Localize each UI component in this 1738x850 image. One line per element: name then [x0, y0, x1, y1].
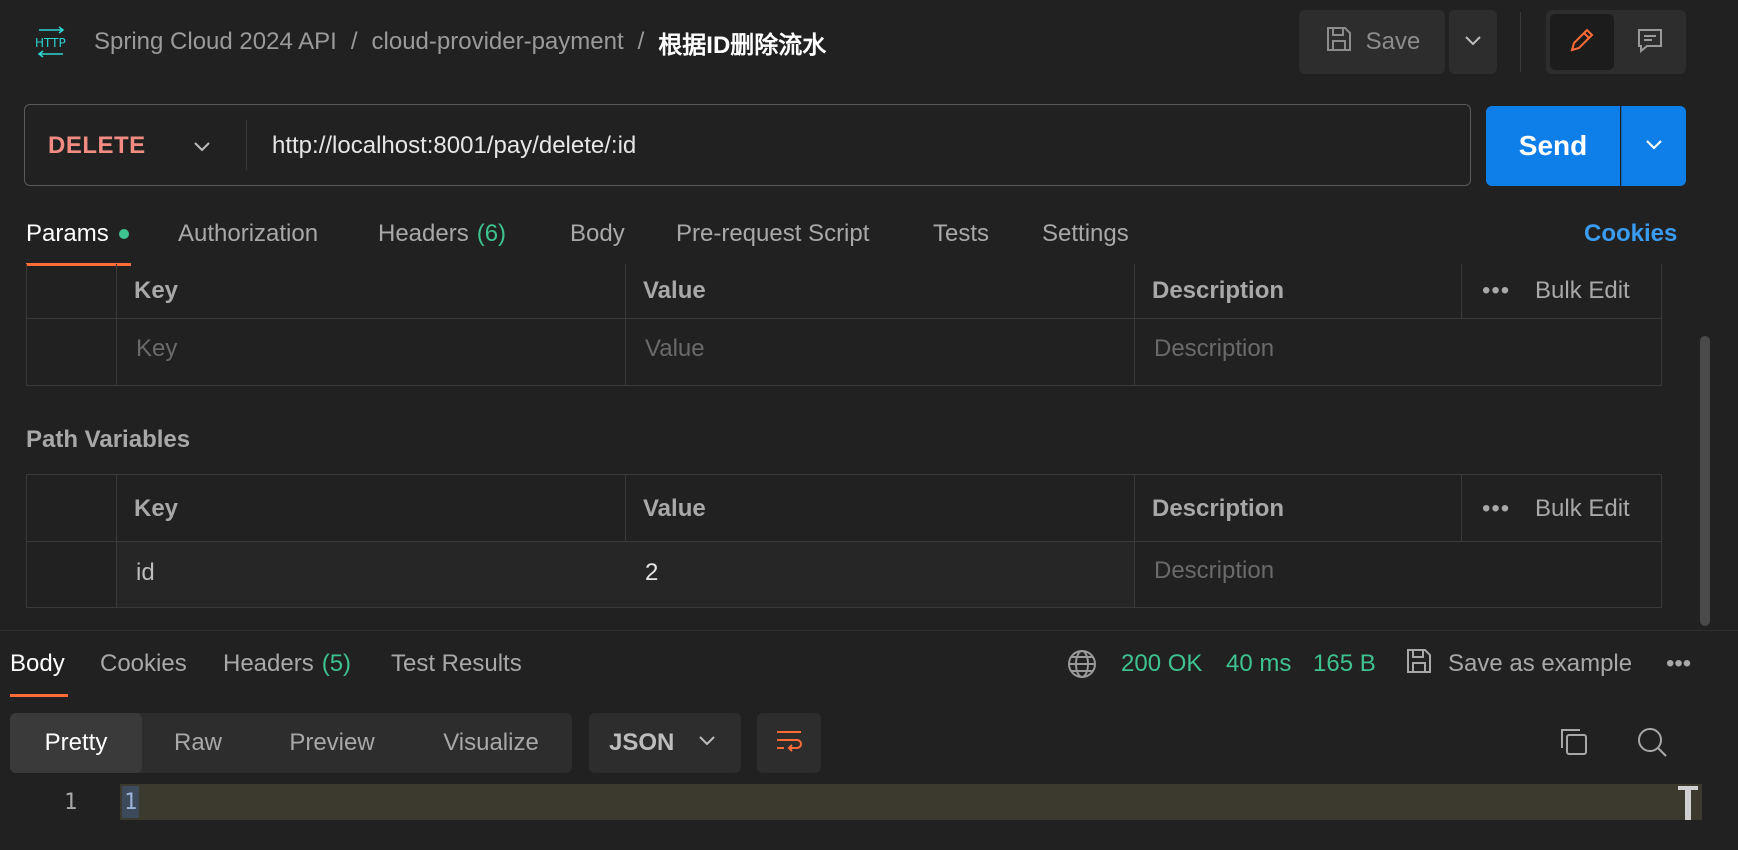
pencil-icon: [1567, 25, 1597, 60]
comments-button[interactable]: [1618, 14, 1682, 70]
tab-params-label: Params: [26, 220, 109, 247]
response-status[interactable]: 200 OK: [1121, 644, 1202, 684]
tab-headers[interactable]: Headers (6): [378, 214, 506, 254]
send-options-button[interactable]: [1621, 106, 1686, 186]
line-number: 1: [64, 789, 78, 815]
response-divider[interactable]: [0, 630, 1738, 631]
column-header-description: Description: [1152, 495, 1285, 522]
bulk-edit-button[interactable]: Bulk Edit: [1535, 484, 1630, 534]
header-divider: [1520, 12, 1521, 72]
more-options-button[interactable]: •••: [1482, 268, 1510, 314]
table-divider: [625, 264, 626, 386]
breadcrumb-folder[interactable]: cloud-provider-payment: [372, 28, 624, 56]
save-icon: [1404, 646, 1434, 683]
url-divider: [246, 120, 247, 170]
table-divider: [1134, 264, 1135, 386]
breadcrumb-collection[interactable]: Spring Cloud 2024 API: [94, 28, 337, 56]
breadcrumb-request-name[interactable]: 根据ID删除流水: [658, 25, 826, 60]
table-divider: [116, 264, 117, 386]
column-header-value: Value: [643, 277, 706, 304]
view-raw-button[interactable]: Raw: [150, 713, 246, 773]
column-header-key: Key: [134, 495, 179, 522]
response-tab-cookies[interactable]: Cookies: [100, 644, 187, 684]
view-preview-button[interactable]: Preview: [270, 713, 394, 773]
method-select[interactable]: DELETE: [48, 128, 146, 164]
path-variable-description[interactable]: Description: [1154, 548, 1274, 594]
svg-text:HTTP: HTTP: [35, 36, 66, 50]
view-visualize-button[interactable]: Visualize: [424, 713, 558, 773]
format-select[interactable]: JSON: [589, 713, 741, 773]
cookies-link[interactable]: Cookies: [1584, 214, 1677, 254]
url-input[interactable]: [272, 126, 1452, 166]
format-label: JSON: [609, 729, 675, 756]
tab-tests[interactable]: Tests: [933, 214, 989, 254]
param-key-input[interactable]: Key: [136, 326, 177, 372]
table-divider: [1461, 474, 1462, 541]
tab-prerequest-script[interactable]: Pre-request Script: [676, 214, 869, 254]
breadcrumb-separator: /: [350, 28, 358, 55]
text-cursor-icon: [1676, 786, 1700, 820]
tab-params[interactable]: Params: [26, 214, 129, 254]
wrap-icon: [773, 725, 805, 762]
breadcrumb: Spring Cloud 2024 API / cloud-provider-p…: [94, 24, 826, 60]
tab-authorization[interactable]: Authorization: [178, 214, 318, 254]
breadcrumb-separator: /: [637, 28, 645, 55]
send-button[interactable]: Send: [1486, 106, 1620, 186]
edit-mode-button[interactable]: [1550, 14, 1614, 70]
column-header-description: Description: [1152, 277, 1285, 304]
comment-icon: [1635, 25, 1665, 60]
view-pretty-button[interactable]: Pretty: [10, 713, 142, 773]
column-header-value: Value: [643, 495, 706, 522]
search-icon[interactable]: [1634, 724, 1670, 760]
tab-body[interactable]: Body: [570, 214, 625, 254]
scrollbar-thumb[interactable]: [1700, 336, 1710, 626]
code-text[interactable]: 1: [122, 786, 140, 818]
response-time[interactable]: 40 ms: [1226, 644, 1291, 684]
save-label: Save: [1365, 28, 1421, 55]
response-size[interactable]: 165 B: [1313, 644, 1376, 684]
code-line-highlight[interactable]: [120, 784, 1702, 820]
response-tab-test-results[interactable]: Test Results: [391, 644, 522, 684]
copy-icon[interactable]: [1556, 724, 1592, 760]
chevron-down-icon: [1642, 132, 1666, 161]
globe-icon[interactable]: [1066, 648, 1098, 680]
chevron-down-icon: [1462, 29, 1484, 56]
wrap-lines-button[interactable]: [757, 713, 821, 773]
table-divider: [1461, 264, 1462, 319]
response-headers-count: (5): [321, 650, 352, 677]
save-options-button[interactable]: [1449, 10, 1497, 74]
response-tab-headers[interactable]: Headers (5): [223, 644, 351, 684]
bulk-edit-button[interactable]: Bulk Edit: [1535, 268, 1630, 314]
param-description-input[interactable]: Description: [1154, 326, 1274, 372]
save-button[interactable]: Save: [1299, 10, 1445, 74]
save-as-example-label: Save as example: [1448, 650, 1633, 677]
http-icon: HTTP: [33, 26, 69, 58]
query-params-table: [26, 264, 1662, 386]
table-divider: [26, 318, 1662, 319]
tab-headers-label: Headers: [378, 220, 469, 247]
tab-settings[interactable]: Settings: [1042, 214, 1129, 254]
response-tab-body[interactable]: Body: [10, 644, 65, 684]
response-more-button[interactable]: •••: [1666, 644, 1691, 684]
save-as-example-button[interactable]: Save as example: [1404, 644, 1632, 684]
table-row: [117, 542, 1134, 607]
column-header-key: Key: [134, 277, 179, 304]
params-indicator-dot: [118, 229, 129, 239]
more-options-button[interactable]: •••: [1482, 484, 1510, 534]
chevron-down-icon[interactable]: [190, 134, 214, 158]
save-icon: [1324, 24, 1354, 61]
response-headers-label: Headers: [223, 650, 314, 677]
active-response-tab-indicator: [10, 694, 68, 697]
chevron-down-icon: [696, 729, 718, 758]
path-variables-title: Path Variables: [26, 426, 191, 453]
param-value-input[interactable]: Value: [645, 326, 705, 372]
headers-count: (6): [476, 220, 507, 247]
path-variable-value[interactable]: 2: [645, 550, 658, 596]
path-variable-key[interactable]: id: [136, 550, 155, 596]
